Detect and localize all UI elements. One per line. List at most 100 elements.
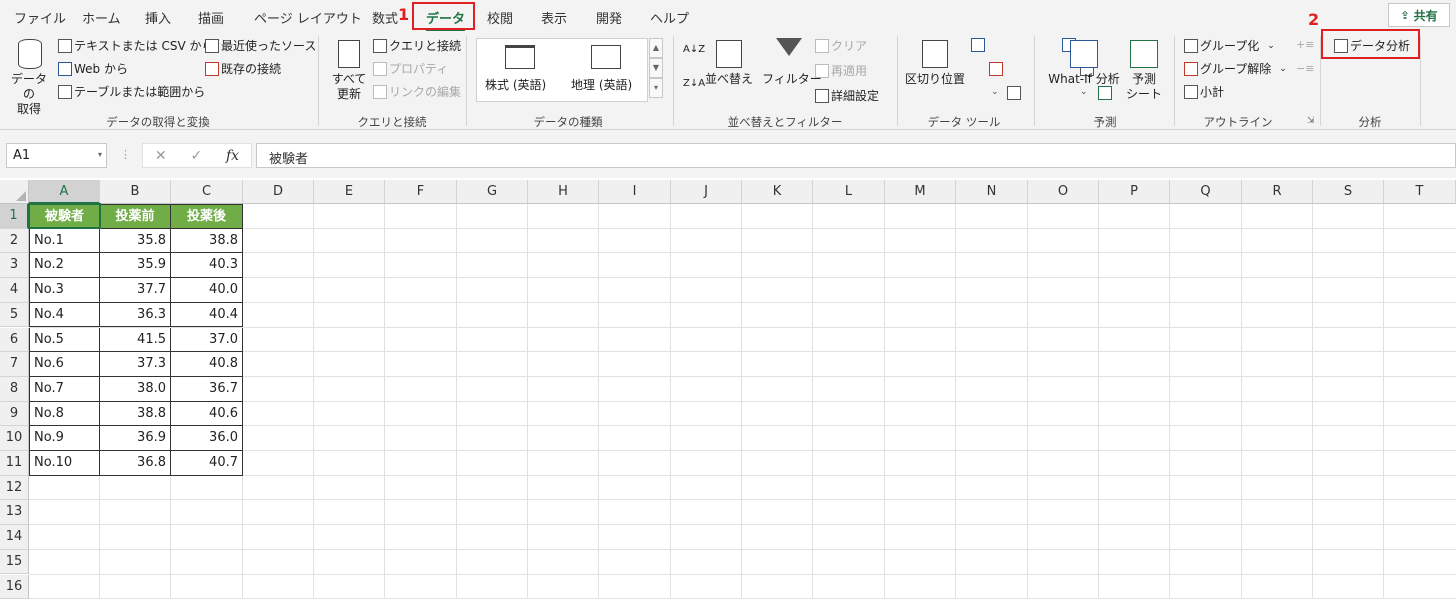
column-header-A[interactable]: A (29, 180, 100, 204)
data-cell[interactable]: No.4 (29, 302, 100, 328)
data-cell[interactable]: 38.0 (100, 376, 171, 402)
stocks-button[interactable]: 株式 (英語) (485, 76, 546, 93)
show-detail-icon[interactable]: +≡ (1296, 38, 1314, 51)
advanced-filter-button[interactable]: 詳細設定 (815, 87, 879, 104)
data-cell[interactable]: No.2 (29, 253, 100, 279)
chevron-down-icon[interactable]: ▾ (98, 150, 102, 159)
edit-links-button[interactable]: リンクの編集 (373, 83, 461, 100)
enter-icon[interactable]: ✓ (190, 148, 202, 164)
data-cell[interactable]: 37.7 (100, 278, 171, 303)
data-cell[interactable]: 40.3 (171, 253, 243, 279)
data-cell[interactable]: 41.5 (100, 327, 171, 353)
select-all-button[interactable] (0, 180, 29, 204)
data-cell[interactable]: 37.0 (171, 327, 243, 353)
column-header-I[interactable]: I (599, 180, 671, 204)
data-cell[interactable]: No.7 (29, 376, 100, 402)
queries-connections-button[interactable]: クエリと接続 (373, 37, 461, 54)
row-header-3[interactable]: 3 (0, 253, 29, 279)
flash-fill-icon[interactable] (971, 38, 985, 52)
insert-function-icon[interactable]: fx (226, 148, 239, 164)
sort-button[interactable]: 並べ替え (704, 72, 754, 87)
filter-button[interactable]: フィルター (762, 72, 822, 87)
column-header-O[interactable]: O (1028, 180, 1099, 204)
gallery-down-button[interactable]: ▼ (649, 58, 663, 78)
tab-formulas[interactable]: 数式 (372, 8, 398, 27)
data-cell[interactable]: 35.9 (100, 253, 171, 279)
get-data-button[interactable]: データの 取得 (6, 72, 52, 117)
group-button[interactable]: グループ化 ⌄ (1184, 37, 1275, 54)
data-cell[interactable]: 38.8 (171, 228, 243, 254)
data-cell[interactable]: No.8 (29, 401, 100, 427)
row-header-4[interactable]: 4 (0, 278, 29, 303)
tab-home[interactable]: ホーム (82, 8, 121, 27)
row-header-6[interactable]: 6 (0, 327, 29, 353)
row-header-5[interactable]: 5 (0, 302, 29, 328)
data-cell[interactable]: 40.0 (171, 278, 243, 303)
data-cell[interactable]: No.5 (29, 327, 100, 353)
row-header-16[interactable]: 16 (0, 574, 29, 599)
column-header-N[interactable]: N (956, 180, 1028, 204)
dialog-launcher-icon[interactable]: ⇲ (1307, 116, 1315, 126)
data-cell[interactable]: 35.8 (100, 228, 171, 254)
data-cell[interactable]: 40.7 (171, 451, 243, 476)
sort-descending-button[interactable]: Z↓A (683, 78, 705, 89)
row-header-15[interactable]: 15 (0, 549, 29, 575)
column-header-T[interactable]: T (1384, 180, 1456, 204)
ungroup-button[interactable]: グループ解除 ⌄ (1184, 60, 1287, 77)
cancel-icon[interactable]: ✕ (155, 148, 167, 164)
tab-view[interactable]: 表示 (541, 8, 567, 27)
remove-duplicates-icon[interactable] (988, 62, 1003, 76)
data-cell[interactable]: 36.9 (100, 426, 171, 451)
sort-ascending-button[interactable]: A↓Z (683, 44, 705, 55)
row-header-2[interactable]: 2 (0, 228, 29, 254)
subtotal-button[interactable]: 小計 (1184, 83, 1224, 100)
column-header-L[interactable]: L (813, 180, 885, 204)
column-header-M[interactable]: M (885, 180, 956, 204)
data-cell[interactable]: No.1 (29, 228, 100, 254)
data-cell[interactable]: No.6 (29, 352, 100, 377)
row-header-10[interactable]: 10 (0, 426, 29, 451)
header-cell[interactable]: 投薬前 (100, 204, 171, 229)
more-options-icon[interactable]: ⋮ (120, 148, 131, 161)
refresh-all-button[interactable]: すべて 更新 (326, 72, 372, 102)
row-header-12[interactable]: 12 (0, 475, 29, 501)
column-header-P[interactable]: P (1099, 180, 1170, 204)
data-validation-icon[interactable] (1006, 86, 1021, 100)
existing-connections-button[interactable]: 既存の接続 (205, 60, 281, 77)
row-header-7[interactable]: 7 (0, 352, 29, 377)
what-if-analysis-button[interactable]: What-If 分析 (1042, 72, 1126, 87)
name-box[interactable]: A1 ▾ (6, 143, 107, 168)
column-header-D[interactable]: D (243, 180, 314, 204)
data-cell[interactable]: 36.7 (171, 376, 243, 402)
data-cell[interactable]: No.10 (29, 451, 100, 476)
hide-detail-icon[interactable]: −≡ (1296, 62, 1314, 75)
tab-developer[interactable]: 開発 (596, 8, 622, 27)
column-header-J[interactable]: J (671, 180, 742, 204)
column-header-E[interactable]: E (314, 180, 385, 204)
data-cell[interactable]: No.9 (29, 426, 100, 451)
geography-button[interactable]: 地理 (英語) (571, 76, 632, 93)
column-header-Q[interactable]: Q (1170, 180, 1242, 204)
chevron-down-icon[interactable]: ⌄ (991, 87, 999, 97)
text-to-columns-button[interactable]: 区切り位置 (904, 72, 966, 87)
column-header-H[interactable]: H (528, 180, 599, 204)
data-cell[interactable]: No.3 (29, 278, 100, 303)
data-cell[interactable]: 38.8 (100, 401, 171, 427)
header-cell[interactable]: 投薬後 (171, 204, 243, 229)
tab-page-layout[interactable]: ページ レイアウト (254, 8, 362, 27)
formula-input[interactable]: 被験者 (256, 143, 1456, 168)
tab-insert[interactable]: 挿入 (145, 8, 171, 27)
row-header-8[interactable]: 8 (0, 376, 29, 402)
row-header-9[interactable]: 9 (0, 401, 29, 427)
data-cell[interactable]: 40.4 (171, 302, 243, 328)
from-table-range-button[interactable]: テーブルまたは範囲から (58, 83, 205, 100)
tab-draw[interactable]: 描画 (198, 8, 224, 27)
data-model-icon[interactable] (1098, 86, 1113, 100)
clear-filter-button[interactable]: クリア (815, 37, 867, 54)
data-cell[interactable]: 37.3 (100, 352, 171, 377)
row-header-13[interactable]: 13 (0, 500, 29, 526)
data-cell[interactable]: 36.0 (171, 426, 243, 451)
row-header-14[interactable]: 14 (0, 525, 29, 550)
tab-file[interactable]: ファイル (14, 8, 66, 27)
data-cell[interactable]: 40.8 (171, 352, 243, 377)
